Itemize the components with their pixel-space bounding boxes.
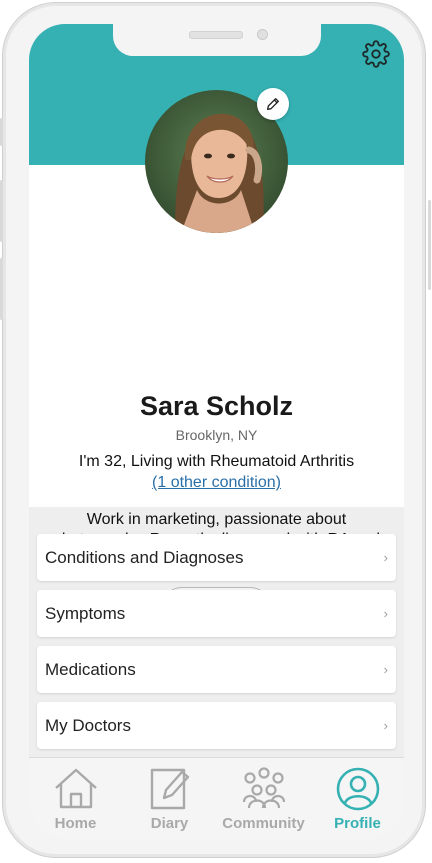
menu-item-label: Medications [45,659,136,679]
tab-diary[interactable]: Diary [123,758,216,839]
diary-icon [150,768,189,810]
notch [113,24,321,56]
chevron-right-icon: › [383,550,388,565]
home-icon [54,768,97,809]
phone-volume-down [0,258,3,320]
app-screen: Sara Scholz Brooklyn, NY I'm 32, Living … [29,24,404,839]
profile-icon [336,767,379,811]
profile-condition: I'm 32, Living with Rheumatoid Arthritis [78,453,355,470]
tab-profile[interactable]: Profile [311,758,404,839]
tab-bar: Home Diary Community Profile [29,757,404,839]
other-conditions-wrapper: (1 other condition) [29,474,404,492]
menu-item-label: Conditions and Diagnoses [45,547,244,567]
tab-label: Diary [150,815,189,832]
menu-item-doctors[interactable]: My Doctors › [37,702,396,749]
front-camera [257,29,268,40]
tab-label: Profile [334,815,381,832]
chevron-right-icon: › [383,606,388,621]
phone-volume-up [0,180,3,242]
menu-item-label: My Doctors [45,715,131,735]
tab-community[interactable]: Community [217,758,310,839]
pencil-icon [267,98,279,110]
community-icon [242,767,285,809]
profile-location: Brooklyn, NY [175,427,258,443]
tab-label: Home [54,815,97,832]
edit-photo-button[interactable] [257,88,289,120]
settings-button[interactable] [362,40,390,68]
gear-icon [362,40,390,68]
menu-item-symptoms[interactable]: Symptoms › [37,590,396,637]
chevron-right-icon: › [383,718,388,733]
menu-item-label: Symptoms [45,603,126,623]
tab-label: Community [222,815,305,832]
chevron-right-icon: › [383,662,388,677]
tab-home[interactable]: Home [29,758,122,839]
profile-name: Sara Scholz [139,391,294,421]
phone-power-button [428,200,431,290]
phone-side-button [0,118,3,146]
menu-item-conditions[interactable]: Conditions and Diagnoses › [37,534,396,581]
speaker [189,31,243,39]
other-conditions-link[interactable]: (1 other condition) [152,474,281,491]
menu-item-medications[interactable]: Medications › [37,646,396,693]
